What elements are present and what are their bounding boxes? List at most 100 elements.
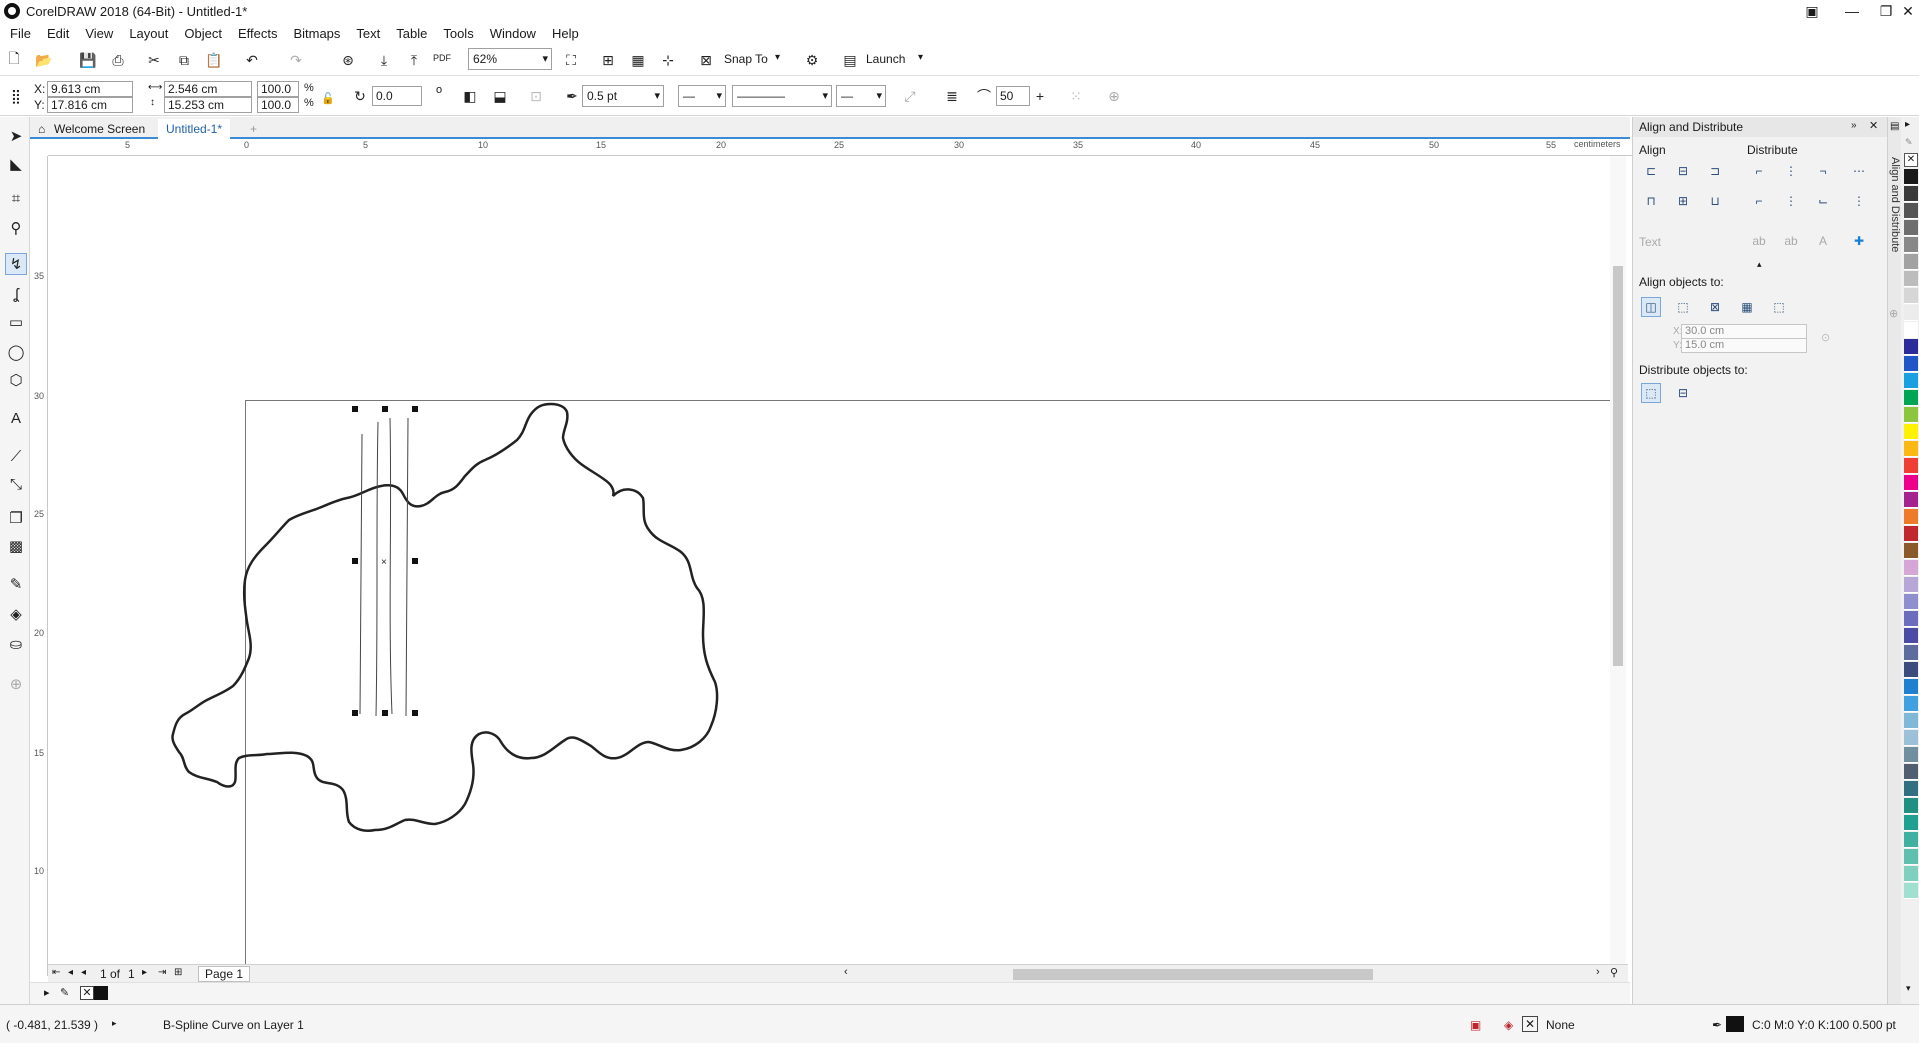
start-arrowhead-dropdown[interactable]: — <box>678 85 726 107</box>
align-top-icon[interactable]: ⊓ <box>1641 191 1661 211</box>
prev-page-button[interactable]: ◂ <box>81 967 86 978</box>
palette-swatch[interactable] <box>1904 322 1918 338</box>
open-icon[interactable]: 📂 <box>34 50 54 70</box>
paste-icon[interactable]: 📋 <box>204 50 224 70</box>
new-tab-button[interactable]: + <box>242 119 265 139</box>
drawing-canvas[interactable]: × <box>48 156 1618 964</box>
palette-swatch[interactable] <box>1904 628 1918 644</box>
zoom-tool-icon[interactable]: ⚲ <box>5 217 27 239</box>
profile-icon[interactable]: ▣ <box>1792 0 1832 22</box>
palette-swatch[interactable] <box>1904 509 1918 525</box>
color-proofing-icon[interactable]: ▣ <box>1470 1018 1481 1032</box>
launch-dropdown-arrow[interactable]: ▾ <box>918 52 923 63</box>
palette-swatch[interactable] <box>1904 169 1918 185</box>
outline-width-dropdown[interactable]: 0.5 pt <box>582 85 664 107</box>
pick-tool-icon[interactable]: ➤ <box>5 125 27 147</box>
palette-swatch[interactable] <box>1904 798 1918 814</box>
menu-window[interactable]: Window <box>490 26 536 41</box>
scale-height-field[interactable]: 100.0 <box>257 97 299 113</box>
palette-swatch[interactable] <box>1904 832 1918 848</box>
distribute-top-icon[interactable]: ⌐ <box>1749 191 1769 211</box>
search-content-icon[interactable]: ⊛ <box>338 50 358 70</box>
palette-swatch[interactable] <box>1904 577 1918 593</box>
align-center-horizontal-icon[interactable]: ⊟ <box>1673 161 1693 181</box>
palette-swatch[interactable] <box>1904 356 1918 372</box>
nodes-icon[interactable]: ⁙ <box>1066 86 1086 106</box>
palette-swatch[interactable] <box>1904 764 1918 780</box>
print-icon[interactable]: ⎙ <box>108 50 128 70</box>
interactive-fill-icon[interactable]: ◈ <box>5 603 27 625</box>
width-field[interactable]: 2.546 cm <box>164 81 252 97</box>
collapse-arrow-icon[interactable]: ▴ <box>1757 259 1762 270</box>
vertical-scrollbar[interactable] <box>1610 156 1626 964</box>
show-grid-icon[interactable]: ▦ <box>628 50 648 70</box>
polygon-tool-icon[interactable]: ⬡ <box>5 369 27 391</box>
eyedropper-small-icon[interactable]: ✎ <box>60 986 69 999</box>
text-anchor-icon[interactable]: ✚ <box>1849 231 1869 251</box>
palette-swatch[interactable] <box>1904 458 1918 474</box>
palette-swatch[interactable] <box>1904 526 1918 542</box>
text-first-line-icon[interactable]: ab <box>1749 231 1769 251</box>
palette-eyedropper-icon[interactable]: ✎ <box>1905 137 1913 148</box>
tab-untitled-1[interactable]: Untitled-1* <box>158 119 231 139</box>
palette-swatch[interactable] <box>1904 288 1918 304</box>
palette-no-color-swatch[interactable]: ✕ <box>1904 153 1918 167</box>
select-point-icon[interactable]: ⊙ <box>1821 331 1830 344</box>
prev-page-icon[interactable]: ◂ <box>68 967 73 978</box>
palette-swatch[interactable] <box>1904 883 1918 899</box>
align-left-icon[interactable]: ⊏ <box>1641 161 1661 181</box>
launch-icon[interactable]: ▤ <box>840 50 860 70</box>
fill-none-swatch[interactable]: ✕ <box>1522 1016 1538 1032</box>
next-page-button[interactable]: ▸ <box>142 967 147 978</box>
publish-pdf-icon[interactable]: PDF <box>432 48 452 68</box>
distribute-middle-icon[interactable]: ⋮ <box>1781 191 1801 211</box>
palette-menu-arrow[interactable]: ▸ <box>1905 119 1910 130</box>
mirror-horizontal-icon[interactable]: ◧ <box>460 86 480 106</box>
palette-swatch[interactable] <box>1904 730 1918 746</box>
docker-tab-label[interactable]: Align and Distribute <box>1889 157 1901 252</box>
height-field[interactable]: 15.253 cm <box>164 97 252 113</box>
menu-bitmaps[interactable]: Bitmaps <box>293 26 340 41</box>
palette-swatch[interactable] <box>1904 475 1918 491</box>
distribute-left-icon[interactable]: ⌐ <box>1749 161 1769 181</box>
last-page-button[interactable]: ⇥ <box>158 967 166 978</box>
ellipse-tool-icon[interactable]: ◯ <box>5 341 27 363</box>
eyedropper-icon[interactable]: ✎ <box>5 573 27 595</box>
end-arrowhead-dropdown[interactable]: — <box>836 85 886 107</box>
add-tool-icon[interactable]: ⊕ <box>5 673 27 695</box>
palette-swatch[interactable] <box>1904 560 1918 576</box>
parallel-dimension-icon[interactable]: ⟋ <box>5 445 27 467</box>
line-style-dropdown[interactable]: ———— <box>732 85 832 107</box>
extent-of-page-icon[interactable]: ⊟ <box>1673 383 1693 403</box>
y-position-field[interactable]: 17.816 cm <box>47 97 133 113</box>
specified-point-icon[interactable]: ⬚ <box>1769 297 1789 317</box>
wrap-text-icon[interactable]: ≣ <box>942 86 962 106</box>
palette-swatch[interactable] <box>1904 543 1918 559</box>
scale-width-field[interactable]: 100.0 <box>257 81 299 97</box>
menu-file[interactable]: File <box>10 26 31 41</box>
palette-swatch[interactable] <box>1904 645 1918 661</box>
mirror-vertical-icon[interactable]: ⬓ <box>490 86 510 106</box>
palette-swatch[interactable] <box>1904 373 1918 389</box>
distribute-bottom-icon[interactable]: ⌙ <box>1813 191 1833 211</box>
distribute-center-icon[interactable]: ⋮ <box>1781 161 1801 181</box>
snap-to-button[interactable]: Snap To <box>724 52 768 66</box>
docker-close-icon[interactable]: ✕ <box>1869 119 1878 132</box>
palette-swatch[interactable] <box>1904 441 1918 457</box>
import-icon[interactable]: ⤓ <box>374 50 394 70</box>
object-origin-icon[interactable]: ⣿ <box>6 86 26 106</box>
close-button[interactable]: ✕ <box>1898 0 1918 22</box>
connector-tool-icon[interactable]: ⤡ <box>5 473 27 495</box>
menu-edit[interactable]: Edit <box>47 26 69 41</box>
rectangle-tool-icon[interactable]: ▭ <box>5 311 27 333</box>
palette-swatch[interactable] <box>1904 237 1918 253</box>
palette-swatch[interactable] <box>1904 390 1918 406</box>
grid-icon[interactable]: ▦ <box>1737 297 1757 317</box>
docker-tab-icon[interactable]: ▤ <box>1890 121 1899 132</box>
smoothing-slider-icon[interactable]: + <box>1030 86 1050 106</box>
palette-swatch[interactable] <box>1904 186 1918 202</box>
palette-swatch[interactable] <box>1904 781 1918 797</box>
palette-scroll-down[interactable]: ▾ <box>1906 983 1911 994</box>
palette-swatch[interactable] <box>1904 203 1918 219</box>
menu-table[interactable]: Table <box>396 26 427 41</box>
